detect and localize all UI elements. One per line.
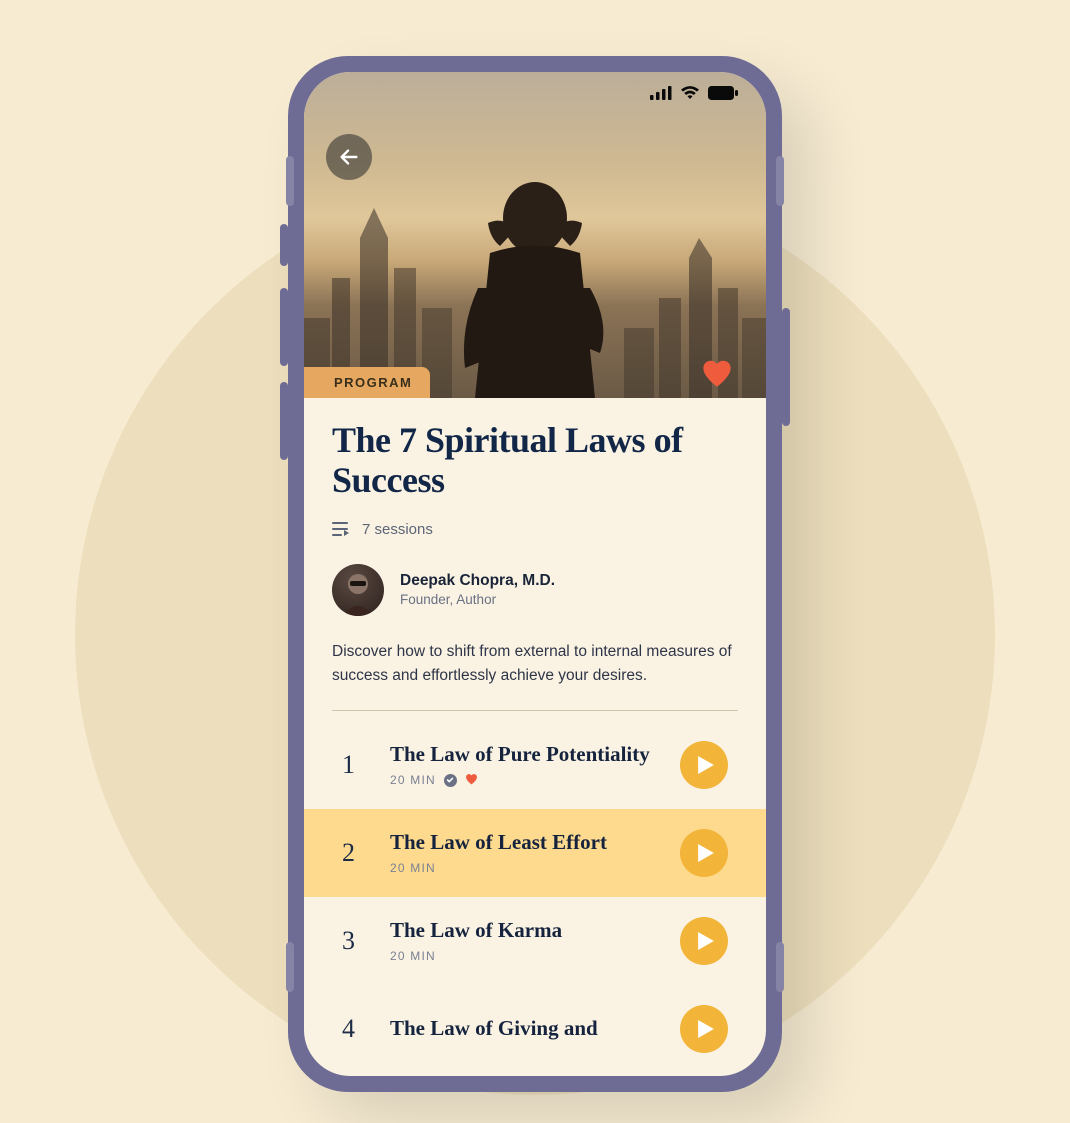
- content-area: The 7 Spiritual Laws of Success 7 sessio…: [304, 398, 766, 1073]
- session-number: 4: [342, 1014, 368, 1044]
- play-button[interactable]: [680, 917, 728, 965]
- play-button[interactable]: [680, 741, 728, 789]
- battery-icon: [708, 86, 738, 100]
- program-tag: PROGRAM: [304, 367, 430, 398]
- play-icon: [698, 844, 714, 862]
- frame-notch: [776, 156, 784, 206]
- sessions-meta: 7 sessions: [332, 521, 738, 538]
- phone-side-button: [280, 224, 288, 266]
- phone-power-button: [782, 308, 790, 426]
- session-body: The Law of Pure Potentiality 20 MIN: [390, 742, 658, 788]
- author-name: Deepak Chopra, M.D.: [400, 572, 555, 590]
- session-number: 1: [342, 750, 368, 780]
- session-body: The Law of Karma 20 MIN: [390, 918, 658, 963]
- author-row[interactable]: Deepak Chopra, M.D. Founder, Author: [332, 564, 738, 616]
- session-duration: 20 MIN: [390, 861, 436, 875]
- frame-notch: [286, 942, 294, 992]
- session-body: The Law of Least Effort 20 MIN: [390, 830, 658, 875]
- session-meta: 20 MIN: [390, 773, 658, 788]
- author-avatar: [332, 564, 384, 616]
- signal-icon: [650, 86, 672, 100]
- session-row[interactable]: 1 The Law of Pure Potentiality 20 MIN: [304, 721, 766, 809]
- play-icon: [698, 1020, 714, 1038]
- phone-frame: PROGRAM The 7 Spiritual Laws of Success …: [288, 56, 782, 1092]
- frame-notch: [776, 942, 784, 992]
- frame-notch: [286, 156, 294, 206]
- session-meta: 20 MIN: [390, 861, 658, 875]
- sessions-count: 7 sessions: [362, 521, 433, 538]
- play-icon: [698, 932, 714, 950]
- heart-icon: [465, 773, 478, 788]
- favorite-button[interactable]: [700, 358, 734, 393]
- session-row[interactable]: 2 The Law of Least Effort 20 MIN: [304, 809, 766, 897]
- play-button[interactable]: [680, 829, 728, 877]
- session-title: The Law of Karma: [390, 918, 658, 943]
- screen: PROGRAM The 7 Spiritual Laws of Success …: [304, 72, 766, 1076]
- arrow-left-icon: [338, 146, 360, 168]
- status-bar: [650, 86, 738, 100]
- phone-volume-down: [280, 382, 288, 460]
- wifi-icon: [680, 86, 700, 100]
- session-title: The Law of Pure Potentiality: [390, 742, 658, 767]
- divider: [332, 710, 738, 711]
- playlist-icon: [332, 521, 350, 537]
- session-duration: 20 MIN: [390, 773, 436, 787]
- session-number: 3: [342, 926, 368, 956]
- completed-icon: [444, 774, 457, 787]
- session-row[interactable]: 4 The Law of Giving and: [304, 985, 766, 1073]
- play-button[interactable]: [680, 1005, 728, 1053]
- back-button[interactable]: [326, 134, 372, 180]
- heart-icon: [700, 358, 734, 388]
- session-row[interactable]: 3 The Law of Karma 20 MIN: [304, 897, 766, 985]
- person-silhouette: [440, 168, 630, 398]
- session-duration: 20 MIN: [390, 949, 436, 963]
- sessions-list: 1 The Law of Pure Potentiality 20 MIN 2 The …: [332, 721, 738, 1073]
- session-title: The Law of Giving and: [390, 1016, 658, 1041]
- session-title: The Law of Least Effort: [390, 830, 658, 855]
- play-icon: [698, 756, 714, 774]
- program-description: Discover how to shift from external to i…: [332, 640, 738, 688]
- author-role: Founder, Author: [400, 592, 555, 607]
- session-body: The Law of Giving and: [390, 1016, 658, 1041]
- session-meta: 20 MIN: [390, 949, 658, 963]
- hero-image: PROGRAM: [304, 72, 766, 398]
- program-title: The 7 Spiritual Laws of Success: [332, 420, 738, 501]
- phone-volume-up: [280, 288, 288, 366]
- session-number: 2: [342, 838, 368, 868]
